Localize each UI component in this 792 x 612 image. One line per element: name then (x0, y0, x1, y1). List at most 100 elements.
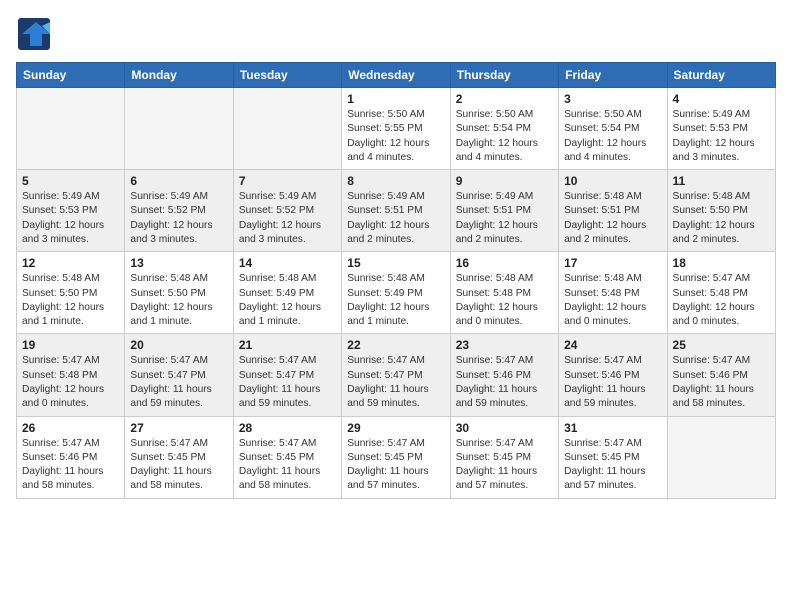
day-number: 5 (22, 174, 119, 188)
day-info: Sunrise: 5:48 AM Sunset: 5:50 PM Dayligh… (673, 190, 770, 247)
calendar-day-cell: 14 Sunrise: 5:48 AM Sunset: 5:49 PM Dayli… (233, 252, 341, 334)
day-info: Sunrise: 5:48 AM Sunset: 5:49 PM Dayligh… (347, 272, 444, 329)
day-number: 24 (564, 338, 661, 352)
day-number: 29 (347, 421, 444, 435)
day-info: Sunrise: 5:49 AM Sunset: 5:52 PM Dayligh… (239, 190, 336, 247)
weekday-header-thursday: Thursday (450, 63, 558, 88)
day-info: Sunrise: 5:48 AM Sunset: 5:49 PM Dayligh… (239, 272, 336, 329)
calendar-week-row: 26 Sunrise: 5:47 AM Sunset: 5:46 PM Dayli… (17, 416, 776, 498)
day-info: Sunrise: 5:47 AM Sunset: 5:47 PM Dayligh… (130, 354, 227, 411)
calendar-day-cell (233, 88, 341, 170)
day-number: 21 (239, 338, 336, 352)
day-info: Sunrise: 5:49 AM Sunset: 5:52 PM Dayligh… (130, 190, 227, 247)
day-info: Sunrise: 5:48 AM Sunset: 5:50 PM Dayligh… (22, 272, 119, 329)
day-number: 17 (564, 256, 661, 270)
calendar-day-cell: 15 Sunrise: 5:48 AM Sunset: 5:49 PM Dayli… (342, 252, 450, 334)
day-info: Sunrise: 5:47 AM Sunset: 5:47 PM Dayligh… (239, 354, 336, 411)
day-info: Sunrise: 5:47 AM Sunset: 5:45 PM Dayligh… (564, 437, 661, 494)
calendar-day-cell: 28 Sunrise: 5:47 AM Sunset: 5:45 PM Dayli… (233, 416, 341, 498)
day-info: Sunrise: 5:47 AM Sunset: 5:46 PM Dayligh… (564, 354, 661, 411)
day-info: Sunrise: 5:47 AM Sunset: 5:45 PM Dayligh… (239, 437, 336, 494)
calendar-header-row: SundayMondayTuesdayWednesdayThursdayFrid… (17, 63, 776, 88)
calendar-day-cell: 11 Sunrise: 5:48 AM Sunset: 5:50 PM Dayli… (667, 170, 775, 252)
day-number: 14 (239, 256, 336, 270)
calendar-day-cell: 1 Sunrise: 5:50 AM Sunset: 5:55 PM Daylig… (342, 88, 450, 170)
day-number: 8 (347, 174, 444, 188)
day-number: 2 (456, 92, 553, 106)
calendar-week-row: 12 Sunrise: 5:48 AM Sunset: 5:50 PM Dayli… (17, 252, 776, 334)
calendar: SundayMondayTuesdayWednesdayThursdayFrid… (16, 62, 776, 499)
calendar-day-cell: 30Sunrise: 5:47 AM Sunset: 5:45 PM Dayli… (450, 416, 558, 498)
calendar-day-cell: 17 Sunrise: 5:48 AM Sunset: 5:48 PM Dayli… (559, 252, 667, 334)
day-info: Sunrise: 5:47 AM Sunset: 5:46 PM Dayligh… (456, 354, 553, 411)
day-info: Sunrise: 5:49 AM Sunset: 5:53 PM Dayligh… (22, 190, 119, 247)
day-info: Sunrise: 5:50 AM Sunset: 5:54 PM Dayligh… (456, 108, 553, 165)
day-number: 4 (673, 92, 770, 106)
logo (16, 16, 56, 52)
calendar-day-cell: 16 Sunrise: 5:48 AM Sunset: 5:48 PM Dayli… (450, 252, 558, 334)
day-info: Sunrise: 5:47 AM Sunset: 5:45 PM Dayligh… (347, 437, 444, 494)
day-number: 15 (347, 256, 444, 270)
day-info: Sunrise: 5:47 AM Sunset: 5:48 PM Dayligh… (673, 272, 770, 329)
calendar-day-cell: 13Sunrise: 5:48 AM Sunset: 5:50 PM Dayli… (125, 252, 233, 334)
day-number: 10 (564, 174, 661, 188)
day-number: 7 (239, 174, 336, 188)
calendar-day-cell: 27Sunrise: 5:47 AM Sunset: 5:45 PM Dayli… (125, 416, 233, 498)
calendar-day-cell: 23 Sunrise: 5:47 AM Sunset: 5:46 PM Dayli… (450, 334, 558, 416)
day-info: Sunrise: 5:47 AM Sunset: 5:46 PM Dayligh… (22, 437, 119, 494)
day-number: 18 (673, 256, 770, 270)
day-number: 12 (22, 256, 119, 270)
weekday-header-saturday: Saturday (667, 63, 775, 88)
calendar-day-cell: 7 Sunrise: 5:49 AM Sunset: 5:52 PM Daylig… (233, 170, 341, 252)
day-number: 28 (239, 421, 336, 435)
calendar-week-row: 5 Sunrise: 5:49 AM Sunset: 5:53 PM Daylig… (17, 170, 776, 252)
calendar-day-cell: 22Sunrise: 5:47 AM Sunset: 5:47 PM Dayli… (342, 334, 450, 416)
day-number: 30 (456, 421, 553, 435)
day-number: 16 (456, 256, 553, 270)
calendar-week-row: 1 Sunrise: 5:50 AM Sunset: 5:55 PM Daylig… (17, 88, 776, 170)
day-number: 11 (673, 174, 770, 188)
calendar-day-cell: 10Sunrise: 5:48 AM Sunset: 5:51 PM Dayli… (559, 170, 667, 252)
weekday-header-wednesday: Wednesday (342, 63, 450, 88)
calendar-day-cell: 2 Sunrise: 5:50 AM Sunset: 5:54 PM Daylig… (450, 88, 558, 170)
calendar-week-row: 19 Sunrise: 5:47 AM Sunset: 5:48 PM Dayli… (17, 334, 776, 416)
day-info: Sunrise: 5:47 AM Sunset: 5:47 PM Dayligh… (347, 354, 444, 411)
day-info: Sunrise: 5:50 AM Sunset: 5:55 PM Dayligh… (347, 108, 444, 165)
day-info: Sunrise: 5:47 AM Sunset: 5:48 PM Dayligh… (22, 354, 119, 411)
calendar-day-cell: 18 Sunrise: 5:47 AM Sunset: 5:48 PM Dayli… (667, 252, 775, 334)
day-info: Sunrise: 5:48 AM Sunset: 5:48 PM Dayligh… (564, 272, 661, 329)
day-info: Sunrise: 5:48 AM Sunset: 5:50 PM Dayligh… (130, 272, 227, 329)
calendar-day-cell: 21 Sunrise: 5:47 AM Sunset: 5:47 PM Dayli… (233, 334, 341, 416)
calendar-day-cell: 20Sunrise: 5:47 AM Sunset: 5:47 PM Dayli… (125, 334, 233, 416)
calendar-day-cell: 31 Sunrise: 5:47 AM Sunset: 5:45 PM Dayli… (559, 416, 667, 498)
day-number: 25 (673, 338, 770, 352)
calendar-day-cell: 24 Sunrise: 5:47 AM Sunset: 5:46 PM Dayli… (559, 334, 667, 416)
day-info: Sunrise: 5:50 AM Sunset: 5:54 PM Dayligh… (564, 108, 661, 165)
day-number: 27 (130, 421, 227, 435)
weekday-header-friday: Friday (559, 63, 667, 88)
day-number: 1 (347, 92, 444, 106)
weekday-header-tuesday: Tuesday (233, 63, 341, 88)
calendar-day-cell: 8 Sunrise: 5:49 AM Sunset: 5:51 PM Daylig… (342, 170, 450, 252)
day-number: 6 (130, 174, 227, 188)
day-number: 26 (22, 421, 119, 435)
weekday-header-sunday: Sunday (17, 63, 125, 88)
calendar-day-cell (125, 88, 233, 170)
day-info: Sunrise: 5:47 AM Sunset: 5:46 PM Dayligh… (673, 354, 770, 411)
day-number: 31 (564, 421, 661, 435)
calendar-day-cell: 25 Sunrise: 5:47 AM Sunset: 5:46 PM Dayli… (667, 334, 775, 416)
calendar-day-cell: 29 Sunrise: 5:47 AM Sunset: 5:45 PM Dayli… (342, 416, 450, 498)
logo-icon (16, 16, 52, 52)
calendar-day-cell (17, 88, 125, 170)
header (16, 16, 776, 52)
calendar-day-cell: 3 Sunrise: 5:50 AM Sunset: 5:54 PM Daylig… (559, 88, 667, 170)
day-number: 19 (22, 338, 119, 352)
calendar-day-cell: 9Sunrise: 5:49 AM Sunset: 5:51 PM Daylig… (450, 170, 558, 252)
calendar-day-cell: 19 Sunrise: 5:47 AM Sunset: 5:48 PM Dayli… (17, 334, 125, 416)
day-info: Sunrise: 5:49 AM Sunset: 5:51 PM Dayligh… (347, 190, 444, 247)
calendar-day-cell: 6 Sunrise: 5:49 AM Sunset: 5:52 PM Daylig… (125, 170, 233, 252)
day-number: 23 (456, 338, 553, 352)
day-number: 9 (456, 174, 553, 188)
day-info: Sunrise: 5:48 AM Sunset: 5:48 PM Dayligh… (456, 272, 553, 329)
day-number: 3 (564, 92, 661, 106)
